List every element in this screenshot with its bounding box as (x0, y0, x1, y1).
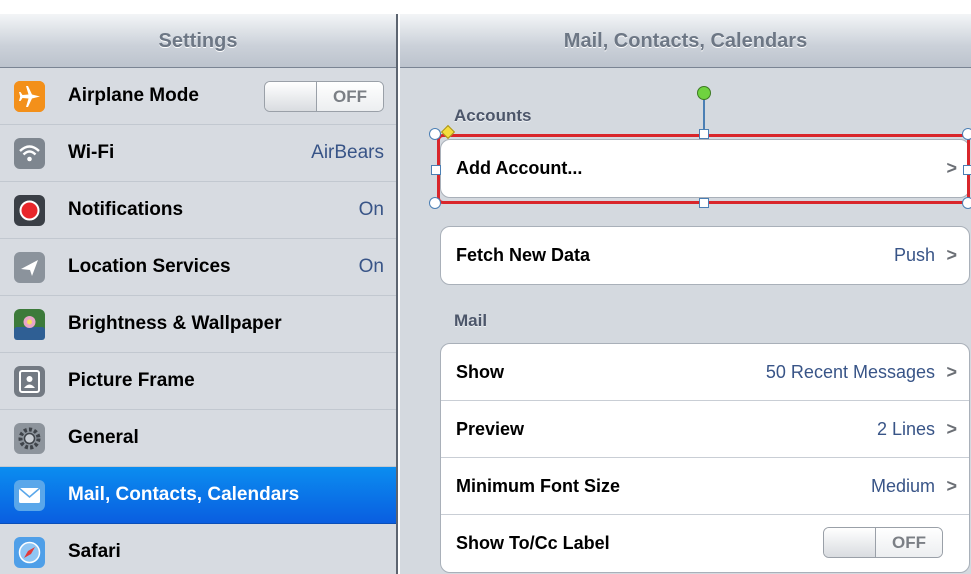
sidebar-item-location-services[interactable]: Location Services On (0, 239, 396, 296)
sidebar-item-label: Picture Frame (68, 370, 195, 391)
rotation-handle-stem (703, 96, 705, 130)
show-label: Show (456, 362, 504, 382)
show-to-cc-toggle[interactable]: OFF (823, 527, 943, 558)
sidebar-item-airplane-mode[interactable]: Airplane Mode OFF (0, 68, 396, 125)
toggle-knob (265, 82, 317, 111)
chevron-right-icon: > (946, 158, 957, 178)
sidebar-item-wifi[interactable]: Wi-Fi AirBears (0, 125, 396, 182)
minimum-font-size-row[interactable]: Minimum Font Size Medium > (441, 458, 969, 515)
sidebar-item-picture-frame[interactable]: Picture Frame (0, 353, 396, 410)
chevron-right-icon: > (946, 476, 957, 496)
mail-icon (14, 480, 45, 511)
preview-value: 2 Lines (876, 419, 935, 439)
minimum-font-size-label: Minimum Font Size (456, 476, 620, 496)
sidebar-item-mail-contacts-calendars[interactable]: Mail, Contacts, Calendars (0, 467, 396, 524)
preview-label: Preview (456, 419, 525, 439)
resize-handle-top[interactable] (699, 129, 709, 139)
rotation-handle[interactable] (697, 86, 711, 100)
mail-section-header: Mail (454, 311, 488, 330)
detail-title: Mail, Contacts, Calendars (400, 14, 971, 68)
fetch-group: Fetch New Data Push > (440, 226, 970, 285)
show-value: 50 Recent Messages (765, 362, 935, 382)
add-account-label: Add Account... (456, 158, 583, 178)
toggle-state-text: OFF (317, 82, 383, 111)
airplane-mode-toggle[interactable]: OFF (264, 81, 384, 112)
sidebar-item-label: Notifications (68, 199, 184, 220)
mail-group: Show 50 Recent Messages > Preview 2 Line… (440, 343, 970, 573)
chevron-right-icon: > (946, 362, 957, 382)
fetch-new-data-label: Fetch New Data (456, 245, 591, 265)
chevron-right-icon: > (946, 245, 957, 265)
sidebar-item-label: Mail, Contacts, Calendars (68, 484, 300, 505)
toggle-state-text: OFF (876, 528, 942, 557)
picture-frame-icon (14, 366, 45, 397)
sidebar-item-label: General (68, 427, 139, 448)
notifications-icon (14, 195, 45, 226)
show-row[interactable]: Show 50 Recent Messages > (441, 344, 969, 401)
wifi-icon (14, 138, 45, 169)
resize-handle-bottom-right[interactable] (962, 197, 971, 209)
sidebar-item-label: Safari (68, 541, 121, 562)
minimum-font-size-value: Medium (870, 476, 935, 496)
location-services-value: On (358, 256, 384, 277)
detail-pane: Mail, Contacts, Calendars Accounts Add A… (400, 14, 971, 574)
safari-compass-icon (14, 537, 45, 568)
sidebar-item-label: Brightness & Wallpaper (68, 313, 282, 334)
wifi-network-value: AirBears (311, 142, 384, 163)
fetch-new-data-value: Push (893, 245, 935, 265)
toggle-knob (824, 528, 876, 557)
resize-handle-right[interactable] (963, 165, 971, 175)
sidebar-item-label: Location Services (68, 256, 231, 277)
resize-handle-bottom-left[interactable] (429, 197, 441, 209)
brightness-wallpaper-icon (14, 309, 45, 340)
sidebar-item-general[interactable]: General (0, 410, 396, 467)
show-to-cc-label-row: Show To/Cc Label OFF (441, 515, 969, 572)
resize-handle-bottom[interactable] (699, 198, 709, 208)
sidebar-item-brightness-wallpaper[interactable]: Brightness & Wallpaper (0, 296, 396, 353)
notifications-value: On (358, 199, 384, 220)
fetch-new-data-row[interactable]: Fetch New Data Push > (441, 227, 969, 284)
location-icon (14, 252, 45, 283)
general-gear-icon (14, 423, 45, 454)
chevron-right-icon: > (946, 419, 957, 439)
settings-sidebar: Settings Airplane Mode OFF Wi-Fi AirBear… (0, 14, 398, 574)
sidebar-title: Settings (0, 14, 396, 68)
show-to-cc-label: Show To/Cc Label (456, 533, 610, 553)
airplane-icon (14, 81, 45, 112)
resize-handle-top-right[interactable] (962, 128, 971, 140)
sidebar-item-label: Airplane Mode (68, 85, 199, 106)
accounts-group: Add Account... > (440, 139, 970, 198)
add-account-button[interactable]: Add Account... > (441, 140, 969, 197)
sidebar-item-notifications[interactable]: Notifications On (0, 182, 396, 239)
accounts-section-header: Accounts (454, 106, 532, 125)
resize-handle-left[interactable] (431, 165, 441, 175)
resize-handle-top-left[interactable] (429, 128, 441, 140)
sidebar-item-label: Wi-Fi (68, 142, 115, 163)
sidebar-item-safari[interactable]: Safari (0, 524, 396, 574)
preview-row[interactable]: Preview 2 Lines > (441, 401, 969, 458)
